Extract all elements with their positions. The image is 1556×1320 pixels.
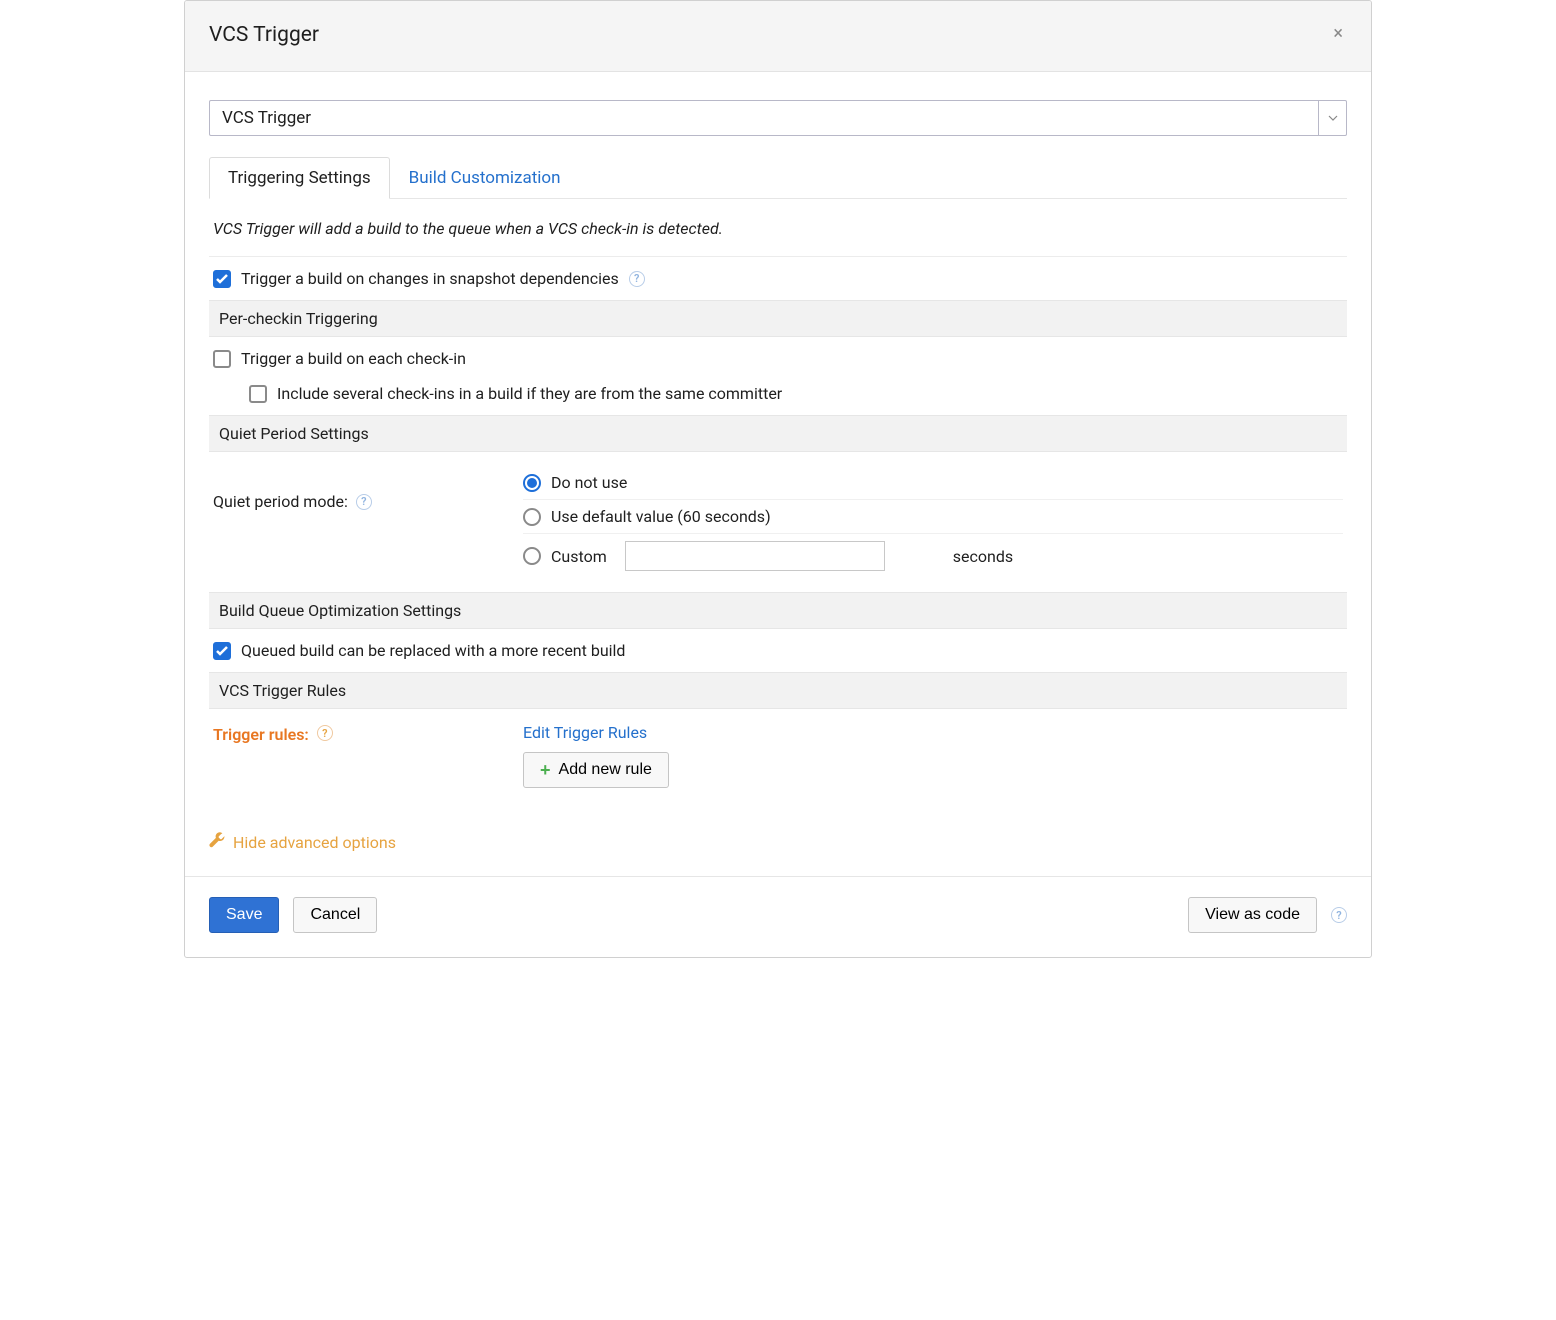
trigger-rules-content: Edit Trigger Rules + Add new rule <box>523 723 1343 788</box>
radio-do-not-use-row: Do not use <box>523 466 1343 500</box>
seconds-label: seconds <box>953 547 1013 566</box>
option-label: Include several check-ins in a build if … <box>277 384 782 403</box>
option-same-committer-row: Include several check-ins in a build if … <box>209 380 1347 415</box>
quiet-period-options: Do not use Use default value (60 seconds… <box>523 466 1343 578</box>
chevron-down-icon <box>1318 101 1346 135</box>
select-value: VCS Trigger <box>210 101 1318 135</box>
tab-build-customization[interactable]: Build Customization <box>390 157 580 199</box>
checkbox-snapshot-deps[interactable] <box>213 270 231 288</box>
radio-label: Use default value (60 seconds) <box>551 507 771 526</box>
section-quiet-period: Quiet Period Settings <box>209 415 1347 452</box>
radio-label: Do not use <box>551 473 627 492</box>
dialog-header: VCS Trigger × <box>185 1 1371 72</box>
dialog-footer: Save Cancel View as code ? <box>185 876 1371 957</box>
checkbox-same-committer[interactable] <box>249 385 267 403</box>
dialog-body: VCS Trigger Triggering Settings Build Cu… <box>185 72 1371 876</box>
option-queue-replace-row: Queued build can be replaced with a more… <box>209 629 1347 672</box>
edit-trigger-rules-link[interactable]: Edit Trigger Rules <box>523 723 1343 742</box>
option-each-checkin-row: Trigger a build on each check-in <box>209 337 1347 380</box>
vcs-trigger-dialog: VCS Trigger × VCS Trigger Triggering Set… <box>184 0 1372 958</box>
cancel-button[interactable]: Cancel <box>293 897 377 933</box>
tabs: Triggering Settings Build Customization <box>209 156 1347 199</box>
save-button[interactable]: Save <box>209 897 279 933</box>
checkbox-queue-replace[interactable] <box>213 642 231 660</box>
help-icon[interactable]: ? <box>356 494 372 510</box>
trigger-description: VCS Trigger will add a build to the queu… <box>209 215 1347 257</box>
dialog-title: VCS Trigger <box>209 23 319 47</box>
radio-label: Custom <box>551 547 607 566</box>
footer-right: View as code ? <box>1188 897 1347 933</box>
section-per-checkin: Per-checkin Triggering <box>209 300 1347 337</box>
quiet-period-label: Quiet period mode: ? <box>213 466 523 511</box>
footer-left: Save Cancel <box>209 897 377 933</box>
trigger-rules-label: Trigger rules: ? <box>213 723 513 788</box>
tab-triggering-settings[interactable]: Triggering Settings <box>209 157 390 199</box>
help-icon[interactable]: ? <box>1331 907 1347 923</box>
help-icon[interactable]: ? <box>317 725 333 741</box>
radio-do-not-use[interactable] <box>523 474 541 492</box>
radio-use-default[interactable] <box>523 508 541 526</box>
radio-custom-row: Custom seconds <box>523 534 1343 578</box>
wrench-icon <box>209 832 225 852</box>
checkbox-each-checkin[interactable] <box>213 350 231 368</box>
close-icon[interactable]: × <box>1329 23 1347 45</box>
option-label: Trigger a build on changes in snapshot d… <box>241 269 619 288</box>
section-build-queue: Build Queue Optimization Settings <box>209 592 1347 629</box>
trigger-rules-field: Trigger rules: ? Edit Trigger Rules + Ad… <box>209 709 1347 808</box>
custom-seconds-input[interactable] <box>625 541 885 571</box>
option-snapshot-deps-row: Trigger a build on changes in snapshot d… <box>209 257 1347 300</box>
help-icon[interactable]: ? <box>629 271 645 287</box>
trigger-type-select[interactable]: VCS Trigger <box>209 100 1347 136</box>
plus-icon: + <box>540 761 551 779</box>
view-as-code-button[interactable]: View as code <box>1188 897 1317 933</box>
quiet-period-field: Quiet period mode: ? Do not use Use defa… <box>209 452 1347 592</box>
hide-advanced-options-toggle[interactable]: Hide advanced options <box>209 808 1347 860</box>
radio-use-default-row: Use default value (60 seconds) <box>523 500 1343 534</box>
option-label: Trigger a build on each check-in <box>241 349 466 368</box>
add-new-rule-button[interactable]: + Add new rule <box>523 752 669 788</box>
section-vcs-rules: VCS Trigger Rules <box>209 672 1347 709</box>
option-label: Queued build can be replaced with a more… <box>241 641 625 660</box>
radio-custom[interactable] <box>523 547 541 565</box>
